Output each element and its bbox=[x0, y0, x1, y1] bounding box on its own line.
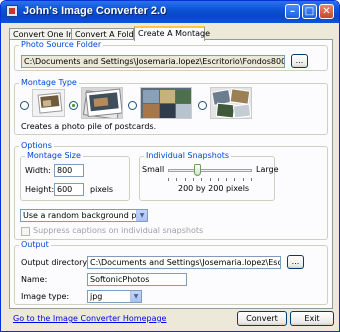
photo-source-browse-button[interactable]: ... bbox=[291, 54, 308, 68]
photo-source-path[interactable]: C:\Documents and Settings\Josemaria.lope… bbox=[21, 55, 285, 68]
width-label: Width: bbox=[25, 166, 51, 175]
pixels-unit-label: pixels bbox=[90, 185, 114, 194]
slider-tick bbox=[242, 178, 244, 181]
app-window: John's Image Converter 2.0 – □ ✕ Convert… bbox=[0, 0, 340, 332]
slider-ticks bbox=[168, 178, 252, 181]
montage-tab-panel: Photo Source Folder C:\Documents and Set… bbox=[9, 39, 333, 309]
output-directory-input[interactable]: C:\Documents and Settings\Josemaria.lope… bbox=[87, 256, 281, 269]
background-dropdown[interactable]: Use a random background picture ▼ bbox=[20, 209, 148, 222]
slider-small-label: Small bbox=[142, 165, 165, 174]
slider-tick bbox=[184, 178, 186, 181]
montage-type-radio-1[interactable] bbox=[20, 101, 29, 110]
grid-collage-image bbox=[143, 90, 191, 118]
app-icon bbox=[6, 5, 18, 17]
slider-tick bbox=[234, 178, 236, 181]
slider-tick bbox=[192, 178, 194, 181]
slider-tick bbox=[209, 178, 211, 181]
width-input[interactable]: 800 bbox=[54, 164, 84, 177]
snapshot-size-slider-track[interactable] bbox=[168, 169, 252, 172]
thumb-single-postcard[interactable] bbox=[32, 89, 65, 117]
slider-tick bbox=[251, 178, 252, 181]
image-type-dropdown-value: jpg bbox=[90, 292, 103, 301]
montage-size-legend: Montage Size bbox=[25, 151, 83, 160]
image-type-label: Image type: bbox=[21, 292, 70, 301]
montage-type-legend: Montage Type bbox=[19, 78, 79, 87]
maximize-button[interactable]: □ bbox=[302, 4, 317, 19]
minimize-button[interactable]: – bbox=[285, 4, 300, 19]
window-title: John's Image Converter 2.0 bbox=[23, 5, 167, 17]
individual-snapshots-legend: Individual Snapshots bbox=[144, 151, 232, 160]
slider-tick bbox=[201, 178, 203, 181]
montage-type-radio-4[interactable] bbox=[198, 101, 207, 110]
tab-create-a-montage[interactable]: Create A Montage bbox=[134, 26, 210, 41]
suppress-captions-checkbox[interactable] bbox=[21, 227, 30, 236]
slider-tick bbox=[168, 178, 169, 181]
montage-type-group: Montage Type Creates a photo pile of pos… bbox=[14, 78, 328, 135]
photo-source-legend: Photo Source Folder bbox=[19, 40, 104, 49]
single-postcard-image bbox=[37, 92, 63, 114]
postcard-pile-image bbox=[82, 88, 122, 118]
background-dropdown-value: Use a random background picture bbox=[23, 211, 148, 220]
output-name-input[interactable]: SoftonicPhotos bbox=[87, 273, 187, 286]
thumb-scattered-photos[interactable] bbox=[210, 87, 252, 119]
thumb-postcard-pile[interactable] bbox=[81, 87, 123, 119]
photo-source-group: Photo Source Folder C:\Documents and Set… bbox=[14, 40, 328, 71]
name-label: Name: bbox=[21, 275, 48, 284]
scattered-photos-image bbox=[211, 88, 251, 118]
output-group: Output Output directory: C:\Documents an… bbox=[14, 240, 328, 305]
chevron-down-icon: ▼ bbox=[130, 291, 141, 302]
slider-tick bbox=[176, 178, 178, 181]
montage-type-radio-2[interactable] bbox=[69, 101, 78, 110]
close-button[interactable]: ✕ bbox=[319, 4, 334, 19]
montage-type-description: Creates a photo pile of postcards. bbox=[21, 122, 157, 131]
height-label: Height: bbox=[25, 185, 55, 194]
suppress-captions-label: Suppress captions on individual snapshot… bbox=[33, 226, 204, 235]
slider-tick bbox=[217, 178, 219, 181]
image-type-dropdown[interactable]: jpg ▼ bbox=[87, 290, 142, 303]
options-group: Options Montage Size Width: 800 Height: … bbox=[14, 141, 328, 240]
output-directory-label: Output directory: bbox=[21, 258, 90, 267]
convert-button[interactable]: Convert bbox=[237, 311, 287, 326]
montage-type-radio-3[interactable] bbox=[128, 101, 137, 110]
montage-size-group: Montage Size Width: 800 Height: 600 pixe… bbox=[20, 151, 130, 201]
individual-snapshots-group: Individual Snapshots Small Large 200 by … bbox=[139, 151, 279, 201]
title-bar[interactable]: John's Image Converter 2.0 – □ ✕ bbox=[1, 1, 339, 23]
thumb-grid-collage[interactable] bbox=[140, 87, 192, 119]
snapshot-size-slider-thumb[interactable] bbox=[194, 164, 202, 176]
snapshot-size-text: 200 by 200 pixels bbox=[178, 184, 250, 193]
chevron-down-icon: ▼ bbox=[136, 210, 147, 221]
slider-large-label: Large bbox=[256, 165, 279, 174]
exit-button[interactable]: Exit bbox=[290, 311, 334, 326]
height-input[interactable]: 600 bbox=[54, 183, 84, 196]
options-legend: Options bbox=[19, 141, 54, 150]
slider-tick bbox=[226, 178, 228, 181]
homepage-link[interactable]: Go to the Image Converter Homepage bbox=[13, 314, 166, 323]
output-directory-browse-button[interactable]: ... bbox=[287, 255, 304, 269]
output-legend: Output bbox=[19, 240, 51, 249]
